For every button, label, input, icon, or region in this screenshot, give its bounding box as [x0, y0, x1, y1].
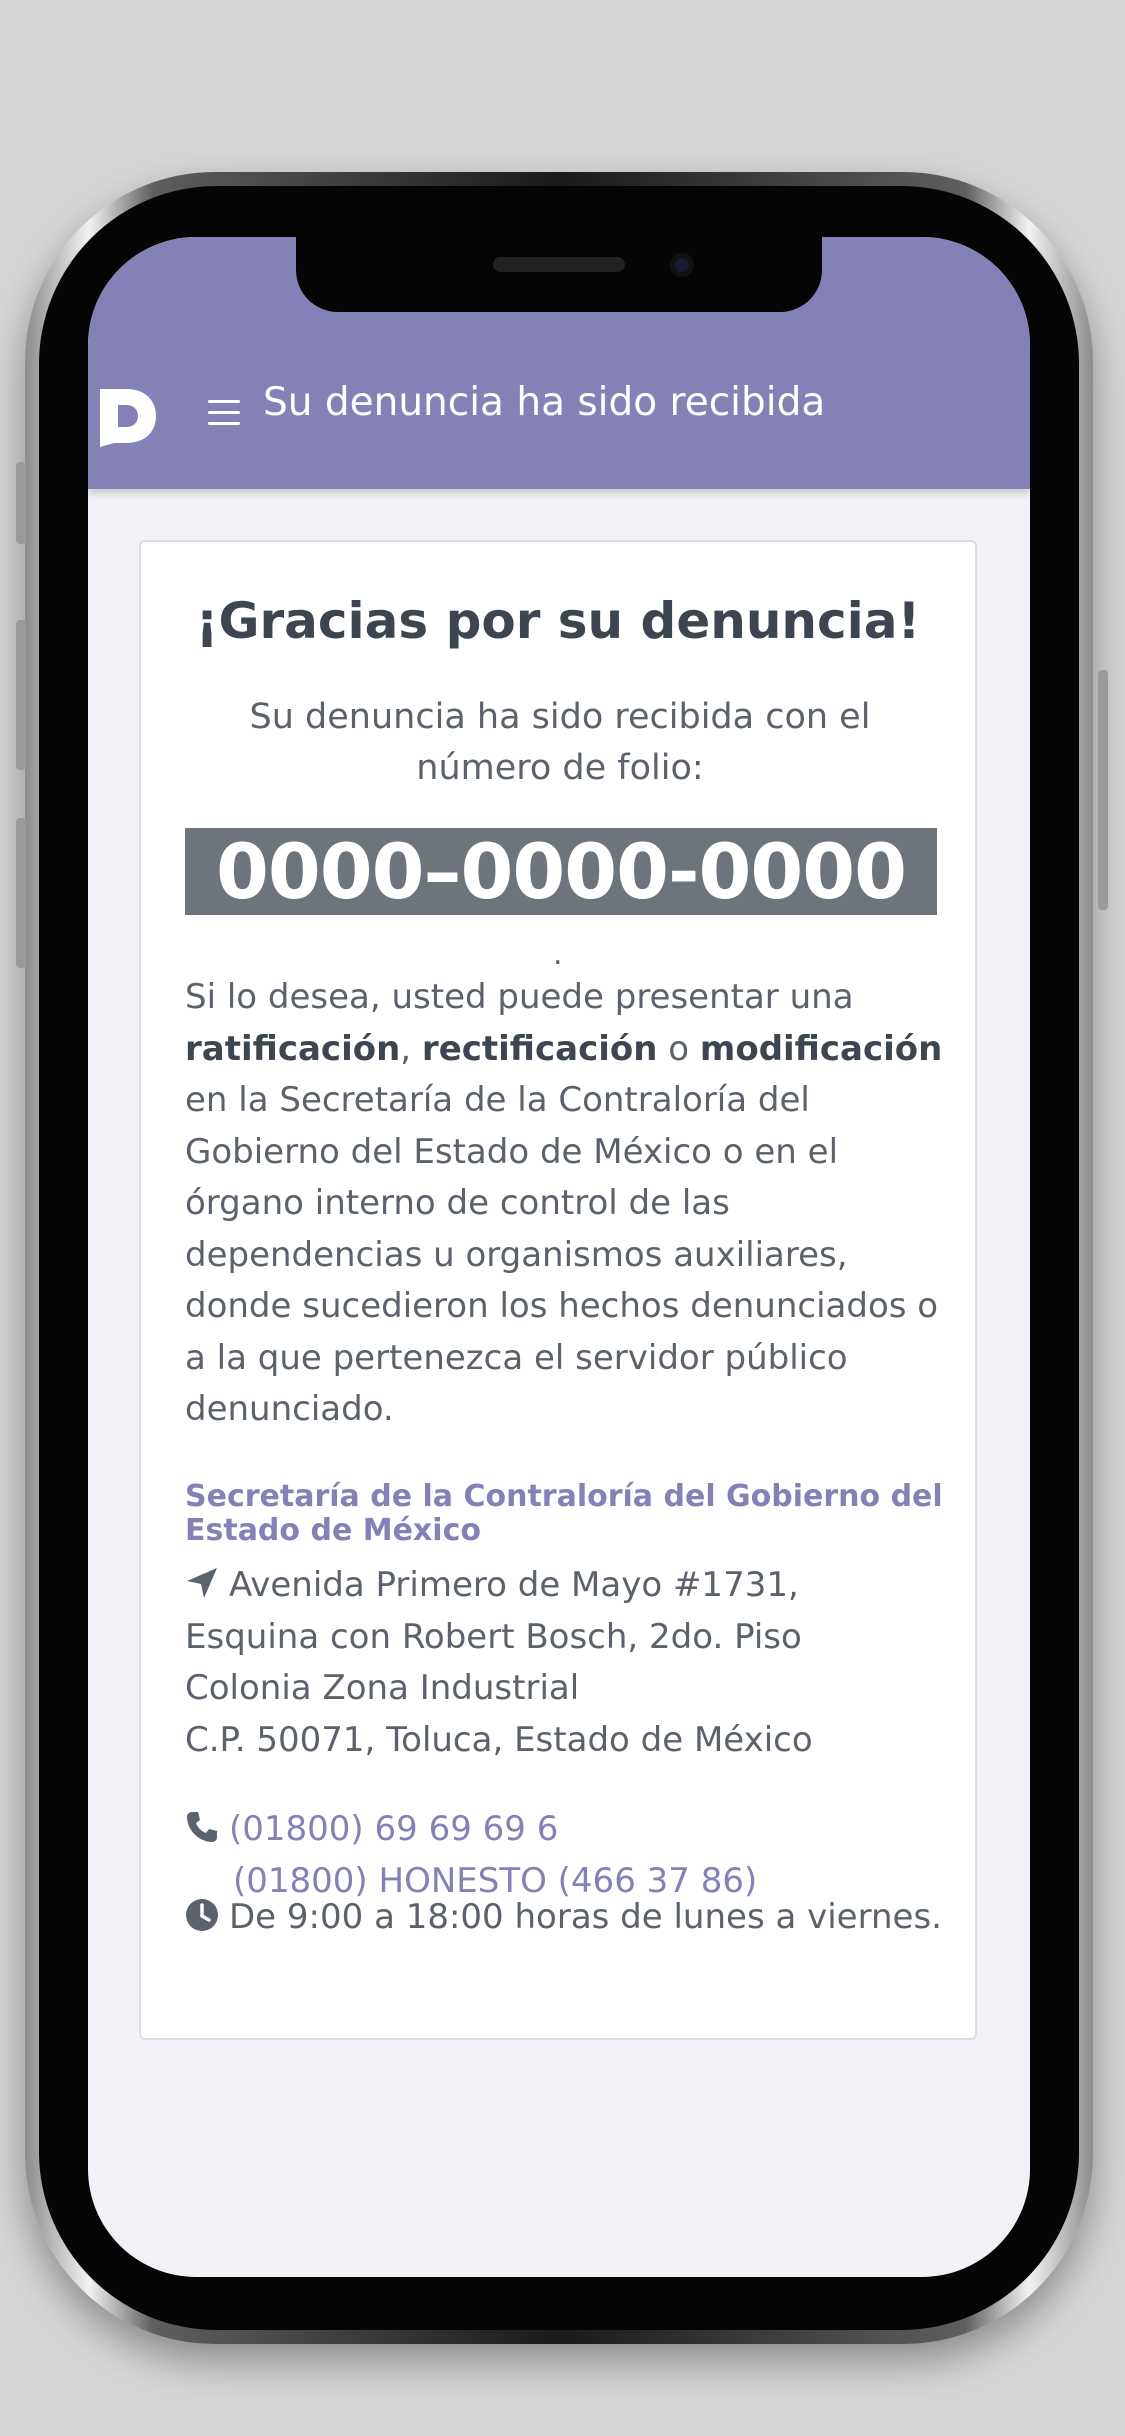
notch [296, 237, 822, 312]
folio-number: 0000–0000-0000 [185, 828, 937, 915]
term-modificacion: modificación [699, 1028, 943, 1069]
instructions-sep2: o [657, 1028, 700, 1069]
phone-icon [187, 1812, 217, 1842]
instructions-sep1: , [400, 1028, 422, 1069]
separator-dot: . [553, 937, 563, 972]
term-ratificacion: ratificación [185, 1028, 401, 1069]
mute-switch [16, 462, 26, 544]
office-hours: De 9:00 a 18:00 horas de lunes a viernes… [185, 1892, 965, 1944]
office-title: Secretaría de la Contraloría del Gobiern… [185, 1479, 943, 1548]
address-line-2: Esquina con Robert Bosch, 2do. Piso [185, 1616, 802, 1657]
confirmation-card: ¡Gracias por su denuncia! Su denuncia ha… [139, 540, 977, 2040]
card-subtitle: Su denuncia ha sido recibida con el núme… [249, 697, 871, 788]
speaker [493, 257, 625, 272]
volume-up-button [16, 620, 26, 770]
app-screen: Su denuncia ha sido recibida ¡Gracias po… [88, 237, 1030, 2277]
volume-down-button [16, 818, 26, 968]
phone-number-1[interactable]: (01800) 69 69 69 6 [229, 1809, 558, 1849]
instructions-intro: Si lo desea, usted puede presentar una [185, 977, 854, 1017]
front-camera [670, 253, 694, 277]
logo-icon[interactable] [96, 385, 158, 447]
address-line-4: C.P. 50071, Toluca, Estado de México [185, 1719, 813, 1760]
address-line-3: Colonia Zona Industrial [185, 1668, 580, 1708]
office-address: Avenida Primero de Mayo #1731, Esquina c… [185, 1560, 945, 1766]
instructions-rest: en la Secretaría de la Contraloría del G… [185, 1080, 939, 1429]
card-title: ¡Gracias por su denuncia! [195, 592, 921, 650]
hours-text: De 9:00 a 18:00 horas de lunes a viernes… [229, 1897, 942, 1937]
term-rectificacion: rectificación [421, 1028, 658, 1069]
menu-icon[interactable] [208, 400, 240, 426]
power-button [1098, 670, 1108, 910]
clock-icon [186, 1899, 218, 1931]
instructions-text: Si lo desea, usted puede presentar una r… [185, 972, 945, 1436]
location-arrow-icon [187, 1568, 217, 1598]
header-title: Su denuncia ha sido recibida [263, 380, 826, 425]
address-line-1: Avenida Primero de Mayo #1731, [229, 1565, 799, 1605]
